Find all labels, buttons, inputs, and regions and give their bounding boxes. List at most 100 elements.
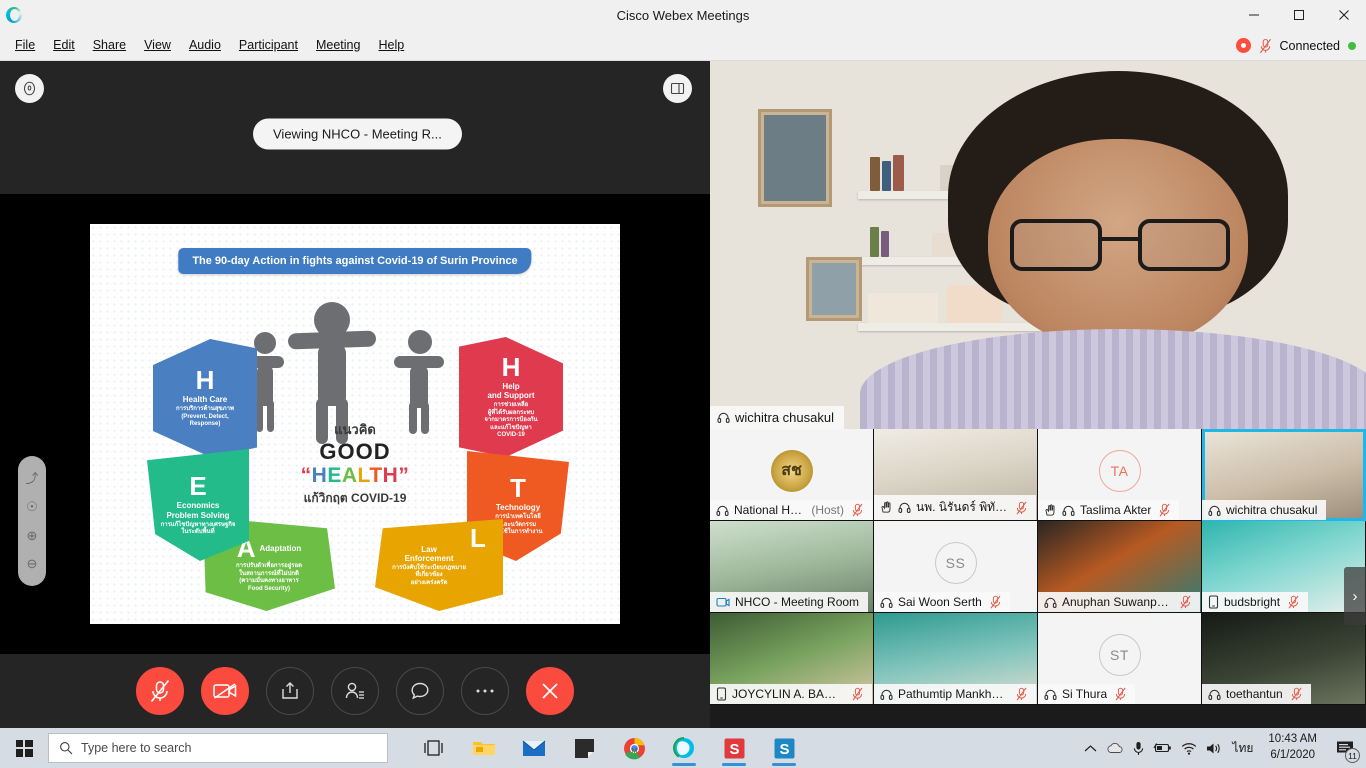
maximize-button[interactable] [1276,0,1321,30]
menu-item-participant[interactable]: Participant [230,34,307,56]
participants-button[interactable] [331,667,379,715]
menu-item-audio[interactable]: Audio [180,34,230,56]
petal-help-and-support: H Help and Support การช่วยเหลือ ผู้ที่ได… [459,337,563,457]
notification-center-button[interactable]: 11 [1332,735,1360,763]
microphone-muted-icon [1016,687,1027,701]
menu-item-edit[interactable]: Edit [44,34,84,56]
petal-letter: T [510,473,526,504]
stop-video-button[interactable] [201,667,249,715]
mail-icon[interactable] [510,728,558,768]
laser-pointer-tool-icon[interactable]: ☉ [26,500,38,513]
snagit-capture-icon[interactable]: S [760,728,808,768]
participant-tile[interactable]: นพ. นิรันดร์ พิทักษ์วั... [874,429,1038,521]
onedrive-icon[interactable] [1106,742,1124,754]
participant-tile[interactable]: wichitra chusakul [1202,429,1366,521]
clock-date: 6/1/2020 [1270,749,1316,761]
participant-thumbnail-grid: สช National Heal... (Host) นพ. นิรันดร์ พิท… [710,429,1366,705]
health-letter: H [382,464,399,488]
close-button[interactable] [1321,0,1366,30]
search-placeholder: Type here to search [81,741,192,755]
petal-thai-label: การช่วยเหลือ ผู้ที่ได้รับผลกระทบ จากมาตร… [484,402,538,439]
center-health-label: “HEALTH” [255,464,455,488]
headset-icon [1208,504,1221,517]
wifi-icon[interactable] [1181,742,1197,755]
menu-item-meeting[interactable]: Meeting [307,34,369,56]
chrome-icon[interactable]: M [610,728,658,768]
participant-name-badge: wichitra chusakul [1202,500,1327,520]
health-letter: ” [398,464,410,488]
language-indicator[interactable]: ไทย [1232,739,1253,758]
menu-item-share[interactable]: Share [84,34,135,56]
microphone-icon[interactable] [1133,741,1144,756]
clock[interactable]: 10:43 AM 6/1/2020 [1262,732,1323,763]
chat-button[interactable] [396,667,444,715]
petal-letter: L [469,523,486,553]
headset-icon [716,504,729,517]
infographic-center-text: แนวคิด GOOD “HEALTH” แก้วิกฤต COVID-19 [255,419,455,508]
zoom-in-tool-icon[interactable]: ⊕ [27,529,38,542]
shared-content-pane: Viewing NHCO - Meeting R... The 90-day A… [0,61,710,728]
menu-bar: File Edit Share View Audio Participant M… [0,30,1366,61]
share-screen-button[interactable] [266,667,314,715]
viewing-share-label[interactable]: Viewing NHCO - Meeting R... [253,118,462,150]
webex-icon[interactable] [660,728,708,768]
participant-tile[interactable]: TA Taslima Akter [1038,429,1202,521]
sticky-notes-icon[interactable] [560,728,608,768]
menu-item-view[interactable]: View [135,34,180,56]
minimize-button[interactable] [1231,0,1276,30]
participant-name: Anuphan Suwanphan [1062,595,1172,609]
center-thai-line2: แก้วิกฤต COVID-19 [303,491,407,506]
participant-name: National Heal... [734,503,807,517]
annotate-circle-icon[interactable] [15,74,44,103]
participant-tile[interactable]: Anuphan Suwanphan [1038,521,1202,613]
menu-item-file[interactable]: File [6,34,44,56]
petal-english-label: Help and Support [487,382,535,401]
search-input[interactable]: Type here to search [48,733,388,763]
petal-thai-label: การบริการด้านสุขภาพ (Prevent, Detect, Re… [176,406,234,428]
mute-button[interactable] [136,667,184,715]
participant-tile[interactable]: budsbright [1202,521,1366,613]
participant-name: Si Thura [1062,687,1108,701]
participant-tile[interactable]: ST Si Thura [1038,613,1202,705]
layout-panel-icon[interactable] [663,74,692,103]
participant-tile[interactable]: JOYCYLIN A. BASTIAN [710,613,874,705]
chevron-up-icon[interactable] [1084,744,1097,753]
participant-name: wichitra chusakul [1226,503,1318,517]
participant-tile[interactable]: SS Sai Woon Serth [874,521,1038,613]
participant-name-badge: toethantun [1202,684,1311,704]
participant-name-badge: Sai Woon Serth [874,592,1010,612]
participant-tile[interactable]: toethantun [1202,613,1366,705]
microphone-muted-icon [990,595,1001,609]
speaker-glasses [1010,219,1230,273]
task-view-icon[interactable] [410,728,458,768]
zoom-out-tool-icon[interactable]: ⊖ [27,557,38,570]
participant-tile[interactable]: Pathumtip Mankho... [874,613,1038,705]
recording-dot-icon[interactable] [1235,38,1251,53]
windows-start-icon[interactable] [0,728,48,768]
active-speaker-video[interactable]: wichitra chusakul [710,61,1366,429]
next-page-arrow[interactable]: › [1344,567,1366,625]
battery-icon[interactable] [1153,742,1172,754]
device-video-icon [716,596,730,609]
window-title: Cisco Webex Meetings [616,7,750,23]
leave-meeting-button[interactable] [526,667,574,715]
file-explorer-icon[interactable] [460,728,508,768]
petal-english-label: Economics Problem Solving [166,501,230,520]
shared-slide: The 90-day Action in fights against Covi… [90,224,620,624]
participant-tile[interactable]: สช National Heal... (Host) [710,429,874,521]
petal-health-care: H Health Care การบริการด้านสุขภาพ (Preve… [153,339,257,457]
participant-tile[interactable]: NHCO - Meeting Room [710,521,874,613]
microphone-muted-icon [1291,687,1302,701]
speaker-icon[interactable] [1206,742,1223,755]
participant-name-badge: JOYCYLIN A. BASTIAN [710,684,872,704]
microphone-muted-icon[interactable] [1259,38,1272,54]
snagit-editor-icon[interactable]: S [710,728,758,768]
headset-icon [880,688,893,701]
share-top-bar: Viewing NHCO - Meeting R... [0,61,710,150]
participant-name: นพ. นิรันดร์ พิทักษ์วั... [916,500,1008,514]
menu-item-help[interactable]: Help [369,34,413,56]
headset-icon [1044,688,1057,701]
microphone-muted-icon [1180,595,1191,609]
more-options-button[interactable] [461,667,509,715]
pointer-tool-icon[interactable]: ⤴ [25,472,38,485]
